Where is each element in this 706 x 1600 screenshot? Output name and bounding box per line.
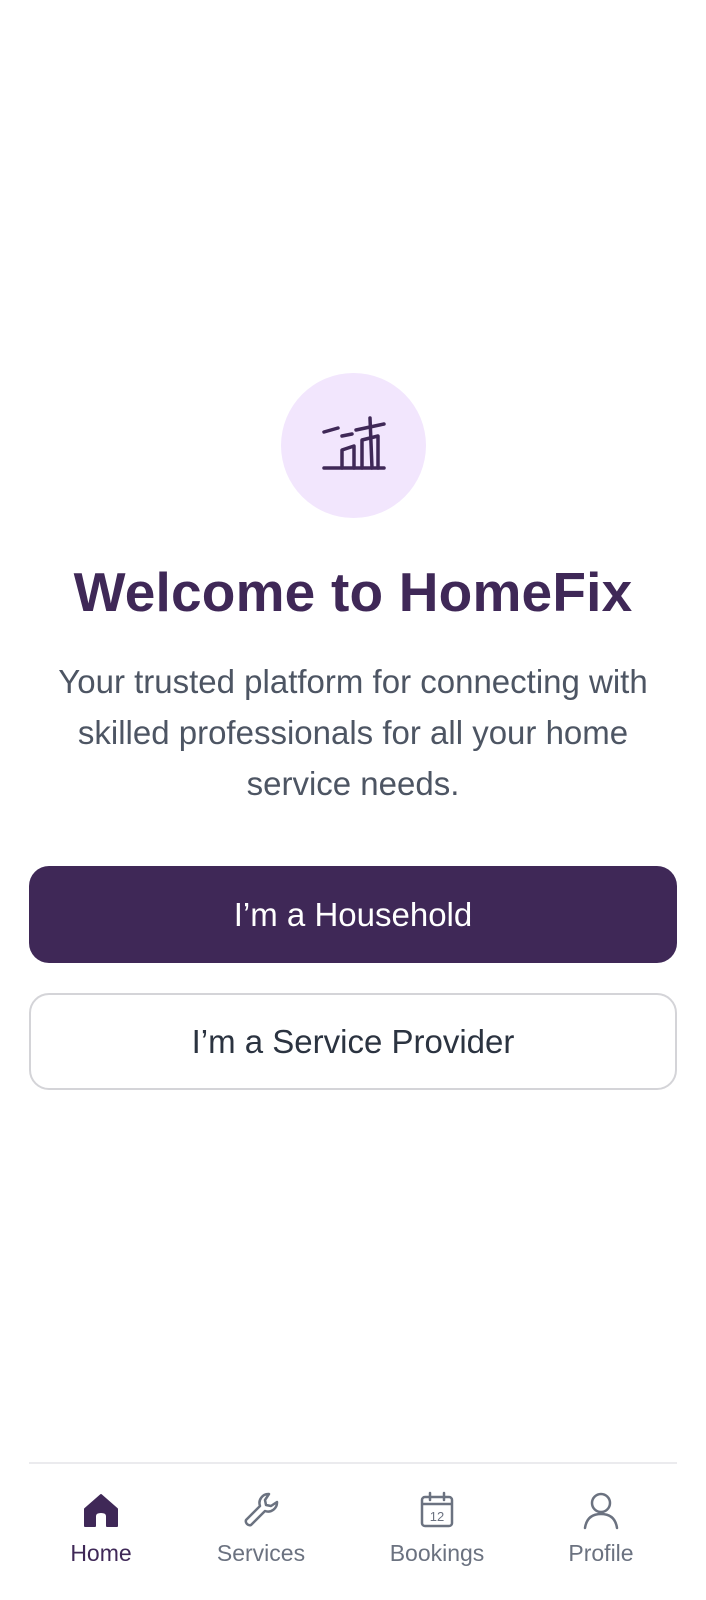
user-icon [581,1490,621,1530]
tab-profile[interactable]: Profile [526,1490,676,1582]
tab-home[interactable]: Home [26,1490,176,1582]
tab-home-label: Home [70,1540,132,1566]
bottom-tab-bar: Home Services 12 Bookings Profile [0,1464,706,1600]
tab-bookings-label: Bookings [389,1540,485,1566]
tab-profile-label: Profile [568,1540,634,1566]
household-button[interactable]: I’m a Household [29,866,677,963]
welcome-screen: Welcome to HomeFix Your trusted platform… [0,0,706,1600]
calendar-icon: 12 [417,1490,457,1530]
tab-bookings[interactable]: 12 Bookings [362,1490,512,1582]
home-icon [81,1490,121,1530]
welcome-title: Welcome to HomeFix [73,561,633,623]
welcome-subtitle: Your trusted platform for connecting wit… [58,663,648,802]
calendar-icon-date: 12 [430,1509,444,1524]
tab-services[interactable]: Services [186,1490,336,1582]
service-provider-button[interactable]: I’m a Service Provider [29,993,677,1090]
house-build-icon [321,415,386,470]
tab-services-label: Services [216,1540,306,1566]
logo-badge [281,373,426,518]
wrench-icon [241,1490,281,1530]
